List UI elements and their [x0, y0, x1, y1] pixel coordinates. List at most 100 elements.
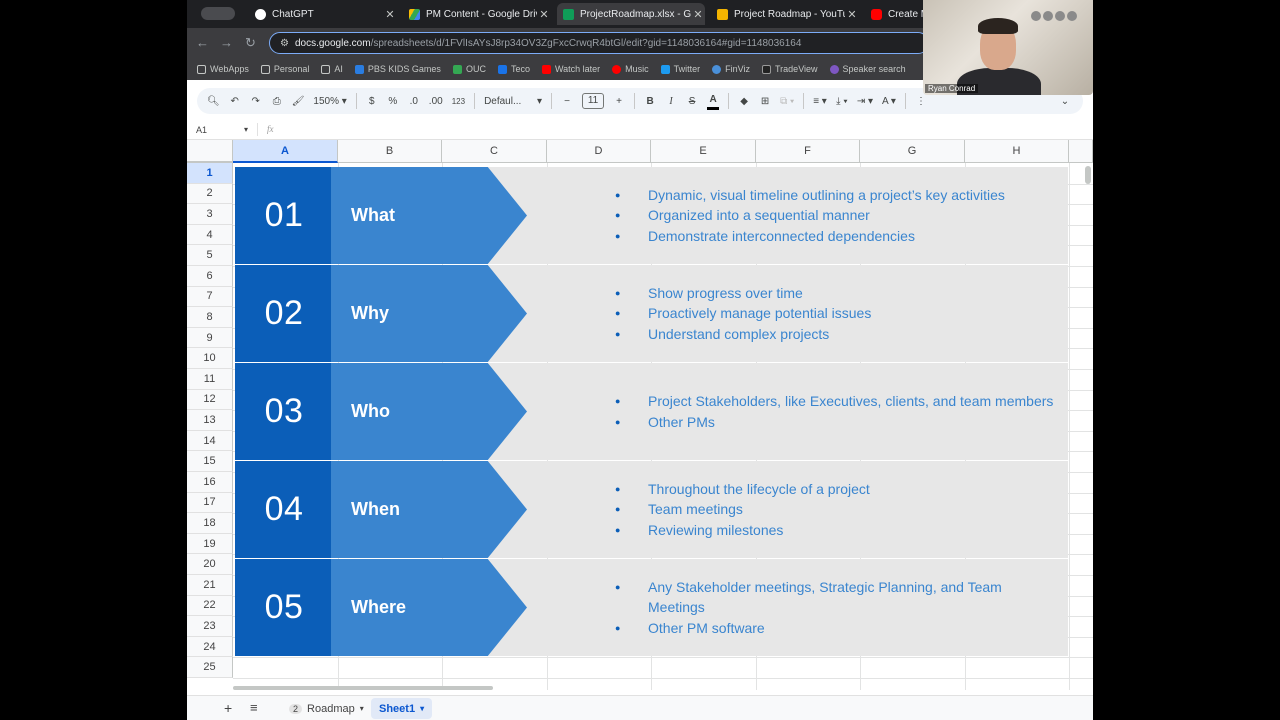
reload-icon[interactable]: ↻ [245, 35, 256, 51]
select-all-corner[interactable] [187, 140, 233, 163]
bookmark-ouc[interactable]: OUC [452, 64, 486, 74]
bookmark-watch-later[interactable]: Watch later [541, 64, 600, 74]
tab-google-drive[interactable]: PM Content - Google Drive ✕ [403, 3, 551, 25]
column-header-a[interactable]: A [233, 140, 338, 163]
increase-font-size-button[interactable]: + [613, 92, 625, 110]
italic-button[interactable]: I [665, 92, 677, 110]
site-info-icon[interactable]: ⚙ [280, 38, 289, 49]
row-header[interactable]: 14 [187, 430, 233, 452]
text-color-button[interactable]: A [707, 92, 720, 110]
strikethrough-button[interactable]: S [686, 92, 698, 110]
merge-cells-icon[interactable]: ⧉ ▾ [780, 92, 794, 110]
forward-icon[interactable]: → [220, 35, 233, 50]
undo-icon[interactable]: ↶ [229, 92, 241, 110]
row-header[interactable]: 19 [187, 533, 233, 555]
row-header[interactable]: 16 [187, 472, 233, 493]
row-header[interactable]: 11 [187, 369, 233, 390]
sheet-tab-roadmap[interactable]: 2 Roadmap ▾ [281, 698, 372, 719]
add-sheet-button[interactable]: + [224, 700, 232, 716]
column-header-f[interactable]: F [756, 140, 860, 163]
column-header-e[interactable]: E [651, 140, 756, 163]
row-header[interactable]: 4 [187, 224, 233, 246]
search-icon[interactable]: 🔍︎ [207, 92, 220, 110]
chevron-down-icon[interactable]: ▾ [420, 704, 424, 713]
sheet-tab-sheet1[interactable]: Sheet1 ▾ [371, 698, 433, 719]
column-header-c[interactable]: C [442, 140, 547, 163]
horizontal-align-icon[interactable]: ≡ ▾ [813, 92, 827, 110]
row-header[interactable]: 22 [187, 595, 233, 617]
row-header[interactable]: 25 [187, 657, 233, 678]
currency-format-button[interactable]: $ [366, 92, 378, 110]
row-header[interactable]: 18 [187, 513, 233, 534]
text-wrap-icon[interactable]: ⇥ ▾ [857, 92, 873, 110]
back-icon[interactable]: ← [196, 35, 209, 50]
font-family-select[interactable]: Defaul... ▾ [484, 92, 542, 110]
row-header[interactable]: 7 [187, 286, 233, 308]
all-sheets-button[interactable]: ≡ [250, 700, 258, 715]
row-header[interactable]: 17 [187, 492, 233, 514]
bookmark-ai[interactable]: AI [321, 64, 343, 74]
bookmark-music[interactable]: Music [612, 64, 649, 74]
tab-youtube-roadmap[interactable]: Project Roadmap - YouTub ✕ [711, 3, 859, 25]
bookmark-webapps[interactable]: WebApps [197, 64, 249, 74]
zoom-select[interactable]: 150% ▾ [313, 92, 346, 110]
bookmark-personal[interactable]: Personal [260, 64, 309, 74]
horizontal-scrollbar[interactable] [233, 686, 493, 690]
bookmark-speaker-search[interactable]: Speaker search [829, 64, 906, 74]
percent-format-button[interactable]: % [387, 92, 399, 110]
address-bar[interactable]: ⚙ docs.google.com /spreadsheets/d/1FVlIs… [269, 32, 929, 54]
number-format-button[interactable]: 123 [452, 92, 465, 110]
close-icon[interactable]: ✕ [845, 8, 859, 21]
row-header[interactable]: 9 [187, 327, 233, 349]
row-header[interactable]: 13 [187, 410, 233, 431]
increase-decimal-button[interactable]: .00 [429, 92, 443, 110]
column-header-h[interactable]: H [965, 140, 1069, 163]
bookmark-tradeview[interactable]: TradeView [762, 64, 818, 74]
close-icon[interactable]: ✕ [383, 8, 397, 21]
bookmark-pbs-kids[interactable]: PBS KIDS Games [354, 64, 441, 74]
column-header-i[interactable] [1069, 140, 1093, 163]
row-header[interactable]: 12 [187, 389, 233, 411]
fill-color-icon[interactable]: ◆ [738, 92, 750, 110]
bookmark-twitter[interactable]: Twitter [660, 64, 700, 74]
tab-chatgpt[interactable]: ChatGPT ✕ [249, 3, 397, 25]
chevron-down-icon[interactable]: ▾ [360, 704, 364, 713]
formula-input[interactable] [287, 122, 1077, 137]
close-icon[interactable]: ✕ [537, 8, 551, 21]
row-header[interactable]: 2 [187, 183, 233, 205]
row-header[interactable]: 20 [187, 554, 233, 575]
redo-icon[interactable]: ↷ [250, 92, 262, 110]
bookmark-finviz[interactable]: FinViz [712, 64, 750, 74]
row-header[interactable]: 24 [187, 636, 233, 658]
decrease-font-size-button[interactable]: − [561, 92, 573, 110]
row-header[interactable]: 6 [187, 266, 233, 287]
text-rotation-icon[interactable]: A ▾ [882, 92, 896, 110]
tab-project-roadmap-sheet[interactable]: ProjectRoadmap.xlsx - Goo ✕ [557, 3, 705, 25]
row-header[interactable]: 10 [187, 348, 233, 369]
row-header[interactable]: 21 [187, 575, 233, 596]
row-header[interactable]: 1 [187, 163, 233, 184]
row-header[interactable]: 3 [187, 204, 233, 225]
decrease-decimal-button[interactable]: .0 [408, 92, 420, 110]
spreadsheet-grid[interactable]: A B C D E F G H 1 2 3 4 5 6 7 8 9 10 11 12 13 14 15 16 1… [187, 140, 1093, 690]
bookmark-teco[interactable]: Teco [497, 64, 530, 74]
bold-button[interactable]: B [644, 92, 656, 110]
name-box[interactable]: A1 [196, 125, 207, 135]
row-header[interactable]: 23 [187, 616, 233, 637]
row-header[interactable]: 8 [187, 307, 233, 328]
column-header-b[interactable]: B [338, 140, 442, 163]
window-controls[interactable] [201, 7, 235, 20]
paint-format-icon[interactable]: 🖌︎ [292, 92, 305, 110]
font-size-input[interactable]: 11 [582, 93, 605, 109]
vertical-align-icon[interactable]: ⤓ ▾ [836, 92, 848, 110]
vertical-scrollbar[interactable] [1085, 166, 1091, 184]
borders-icon[interactable]: ⊞ [759, 92, 771, 110]
print-icon[interactable]: ⎙ [271, 92, 283, 110]
row-header[interactable]: 5 [187, 245, 233, 266]
close-icon[interactable]: ✕ [691, 8, 705, 21]
roadmap-bullet-item: Proactively manage potential issues [615, 303, 1055, 324]
column-header-d[interactable]: D [547, 140, 651, 163]
row-header[interactable]: 15 [187, 451, 233, 472]
column-header-g[interactable]: G [860, 140, 965, 163]
chevron-down-icon[interactable]: ▾ [244, 125, 248, 134]
